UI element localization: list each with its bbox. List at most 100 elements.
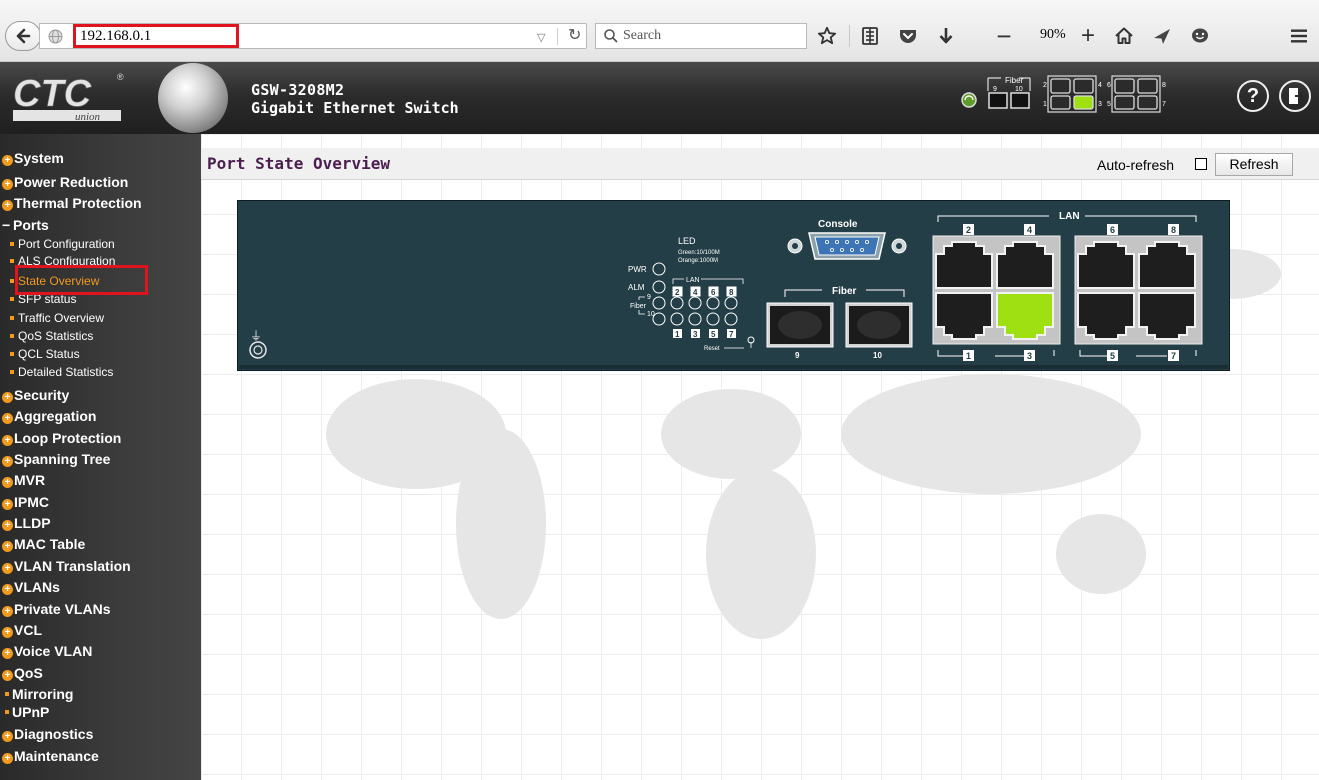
fiber-label: Fiber <box>832 286 857 297</box>
reader-icon[interactable] <box>856 22 884 50</box>
sidebar-item-vlans[interactable]: + VLANs <box>0 579 201 596</box>
svg-text:Fiber: Fiber <box>1005 76 1024 85</box>
svg-text:1: 1 <box>1043 101 1047 108</box>
svg-text:10: 10 <box>1015 86 1023 93</box>
svg-text:7: 7 <box>1162 101 1166 108</box>
ground-icon: ⏚ <box>250 329 262 343</box>
expand-icon: + <box>2 627 13 638</box>
sidebar-item-qos-statistics[interactable]: QoS Statistics <box>0 329 201 343</box>
header-lan-port-1 <box>1050 95 1071 110</box>
star-icon[interactable] <box>813 22 841 50</box>
sidebar-item-lldp[interactable]: + LLDP <box>0 515 201 532</box>
svg-text:6: 6 <box>1110 225 1115 235</box>
logout-icon[interactable] <box>1279 80 1311 112</box>
sidebar-item-private-vlans[interactable]: + Private VLANs <box>0 601 201 618</box>
expand-icon: + <box>2 670 13 681</box>
svg-text:5: 5 <box>711 330 716 339</box>
back-button[interactable] <box>5 21 41 51</box>
console-label: Console <box>818 219 858 230</box>
sync-status-icon <box>961 92 977 108</box>
sidebar-item-diagnostics[interactable]: + Diagnostics <box>0 726 201 743</box>
led-orange-legend: Orange:1000M <box>678 258 718 264</box>
svg-text:8: 8 <box>729 288 734 297</box>
reload-icon[interactable]: ↻ <box>568 25 581 45</box>
auto-refresh-checkbox[interactable] <box>1195 158 1207 170</box>
sidebar-item-detailed-statistics[interactable]: Detailed Statistics <box>0 365 201 379</box>
sidebar-item-system[interactable]: + System <box>0 150 201 167</box>
led-green-legend: Green:10/100M <box>678 250 720 256</box>
back-arrow-icon <box>16 28 31 44</box>
sidebar-item-upnp[interactable]: UPnP <box>0 704 201 721</box>
sidebar-item-loop-protection[interactable]: + Loop Protection <box>0 430 201 447</box>
dropdown-icon[interactable]: ▽ <box>537 31 545 44</box>
refresh-button[interactable]: Refresh <box>1215 153 1293 176</box>
expand-icon: + <box>2 563 13 574</box>
zoom-level[interactable]: 90% <box>1040 27 1066 43</box>
svg-text:3: 3 <box>1027 351 1032 361</box>
pwr-label: PWR <box>628 265 647 274</box>
expand-icon: + <box>2 606 13 617</box>
sidebar-item-power-reduction[interactable]: + Power Reduction <box>0 174 201 191</box>
sidebar-item-spanning-tree[interactable]: + Spanning Tree <box>0 451 201 468</box>
auto-refresh-label: Auto-refresh <box>1097 157 1175 173</box>
expand-icon: + <box>2 413 13 424</box>
sidebar-item-voice-vlan[interactable]: + Voice VLAN <box>0 643 201 660</box>
svg-text:3: 3 <box>1098 101 1102 108</box>
sidebar-item-thermal-protection[interactable]: + Thermal Protection <box>0 195 201 212</box>
sidebar-item-mac-table[interactable]: + MAC Table <box>0 536 201 553</box>
chat-icon[interactable] <box>1186 22 1214 50</box>
lan-port-4[interactable] <box>996 241 1054 289</box>
collapse-icon: − <box>2 217 11 233</box>
menu-icon[interactable] <box>1285 22 1313 50</box>
lan-port-5[interactable] <box>1077 292 1135 340</box>
lan-port-2[interactable] <box>935 241 993 289</box>
search-icon <box>604 29 618 43</box>
expand-icon: + <box>2 584 13 595</box>
url-bar[interactable]: 192.168.0.1 ▽ ↻ <box>39 23 587 49</box>
sidebar-item-qcl-status[interactable]: QCL Status <box>0 347 201 361</box>
svg-text:6: 6 <box>711 288 716 297</box>
sidebar-item-vlan-translation[interactable]: + VLAN Translation <box>0 558 201 575</box>
zoom-in-icon[interactable]: + <box>1074 22 1102 50</box>
selection-highlight-box <box>15 265 148 295</box>
sidebar-item-ipmc[interactable]: + IPMC <box>0 494 201 511</box>
zoom-out-icon[interactable]: − <box>990 21 1018 51</box>
home-icon[interactable] <box>1110 22 1138 50</box>
sidebar-item-vcl[interactable]: + VCL <box>0 622 201 639</box>
download-icon[interactable] <box>932 22 960 50</box>
led-fiber-label: Fiber <box>630 303 647 310</box>
svg-text:8: 8 <box>1162 82 1166 89</box>
help-icon[interactable]: ? <box>1237 80 1269 112</box>
search-input[interactable]: Search <box>595 23 807 49</box>
sidebar-item-traffic-overview[interactable]: Traffic Overview <box>0 311 201 325</box>
pocket-icon[interactable] <box>894 22 922 50</box>
svg-text:5: 5 <box>1110 351 1115 361</box>
lan-port-6[interactable] <box>1077 241 1135 289</box>
lan-port-7[interactable] <box>1138 292 1196 340</box>
page-title-bar: Port State Overview Auto-refresh Refresh <box>201 148 1319 180</box>
search-placeholder: Search <box>623 28 662 43</box>
lan-port-1[interactable] <box>935 292 993 340</box>
sidebar-item-maintenance[interactable]: + Maintenance <box>0 748 201 765</box>
svg-text:4: 4 <box>1098 82 1102 89</box>
sidebar-item-qos[interactable]: + QoS <box>0 665 201 682</box>
sidebar-item-security[interactable]: + Security <box>0 387 201 404</box>
fiber-port-9 <box>766 302 834 348</box>
sidebar-item-port-configuration[interactable]: Port Configuration <box>0 237 201 251</box>
sidebar-item-aggregation[interactable]: + Aggregation <box>0 408 201 425</box>
sidebar-item-ports[interactable]: − Ports <box>0 217 201 234</box>
header-lan-port-8 <box>1137 78 1158 94</box>
fiber-port-10 <box>845 302 913 348</box>
lan-port-3[interactable] <box>996 292 1054 340</box>
browser-toolbar: 192.168.0.1 ▽ ↻ Search − 90% + <box>0 0 1319 62</box>
svg-text:CTC: CTC <box>13 73 92 115</box>
sidebar-item-mvr[interactable]: + MVR <box>0 472 201 489</box>
sidebar-item-mirroring[interactable]: Mirroring <box>0 686 201 703</box>
svg-text:union: union <box>75 111 101 123</box>
send-icon[interactable] <box>1148 22 1176 50</box>
header-port-status: Fiber 9 10 2 1 4 3 6 5 8 7 <box>961 75 1166 113</box>
lan-port-8[interactable] <box>1138 241 1196 289</box>
globe-icon <box>48 29 63 44</box>
model-name: GSW-3208M2 <box>251 81 345 99</box>
url-text[interactable]: 192.168.0.1 <box>80 28 151 45</box>
